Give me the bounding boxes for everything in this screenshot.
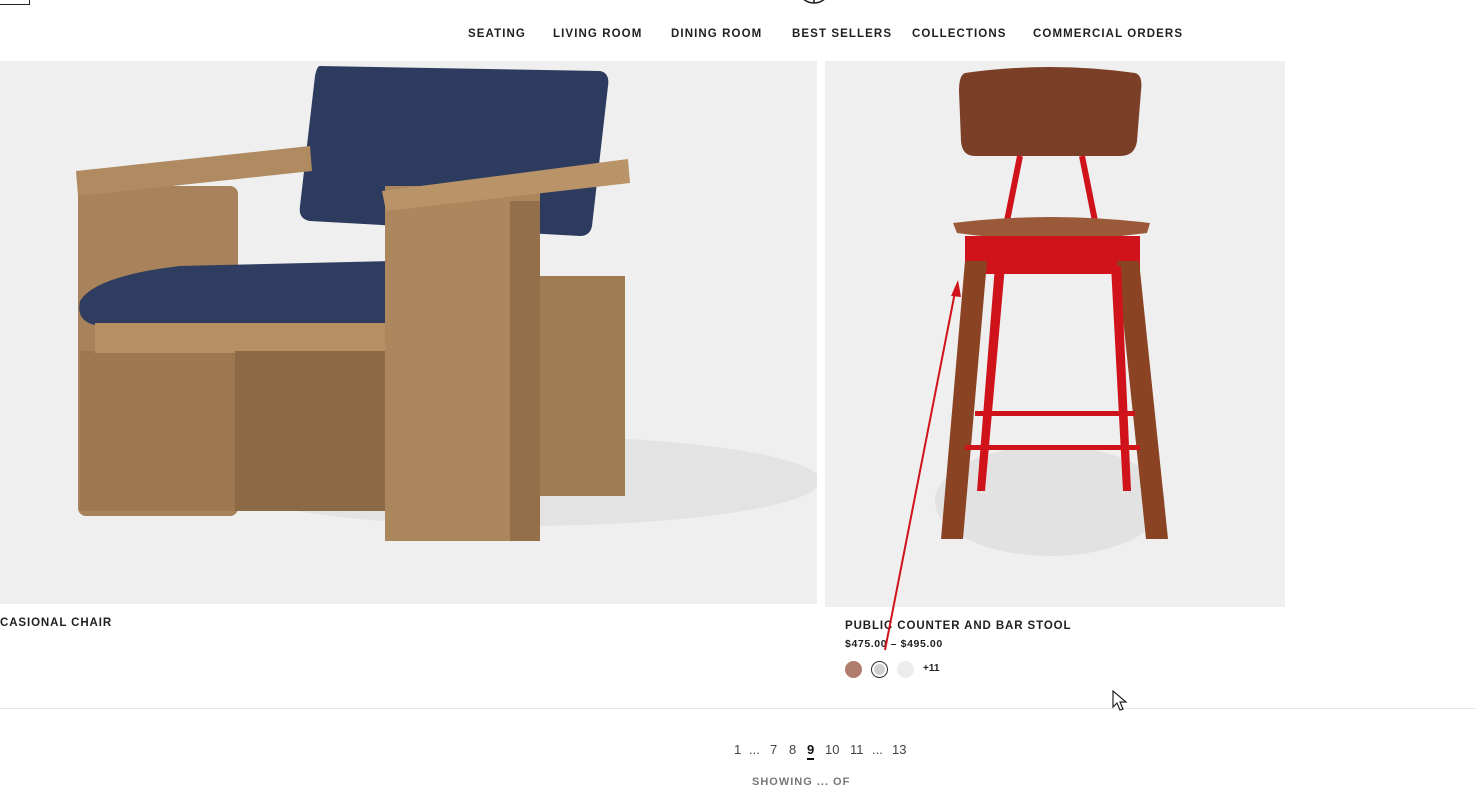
page-10[interactable]: 10: [825, 742, 839, 757]
divider: [0, 708, 1475, 709]
nav-best-sellers[interactable]: BEST SELLERS: [792, 28, 892, 40]
occasional-chair-image[interactable]: [0, 61, 817, 604]
page-ellipsis-right: ...: [872, 742, 883, 757]
more-colors-count[interactable]: +11: [923, 663, 939, 674]
nav-commercial-orders[interactable]: COMMERCIAL ORDERS: [1033, 28, 1183, 40]
page-11[interactable]: 11: [850, 742, 864, 757]
product-title-occasional-chair[interactable]: CASIONAL CHAIR: [0, 617, 112, 629]
product-price-public-stool: $475.00 – $495.00: [845, 638, 943, 650]
page-13[interactable]: 13: [892, 742, 906, 757]
swatch-gray-selected[interactable]: [871, 661, 888, 678]
page-9-current[interactable]: 9: [807, 742, 815, 760]
menu-box[interactable]: [0, 0, 30, 5]
page-1[interactable]: 1: [734, 742, 741, 757]
nav-dining-room[interactable]: DINING ROOM: [671, 28, 762, 40]
mouse-cursor-icon: [1112, 690, 1128, 711]
public-stool-image[interactable]: [825, 61, 1285, 607]
brand-logo[interactable]: [797, 0, 831, 8]
swatch-white[interactable]: [897, 661, 914, 678]
swatch-walnut[interactable]: [845, 661, 862, 678]
nav-living-room[interactable]: LIVING ROOM: [553, 28, 642, 40]
main-nav: SEATING LIVING ROOM DINING ROOM BEST SEL…: [0, 28, 1475, 42]
page-7[interactable]: 7: [770, 742, 777, 757]
nav-seating[interactable]: SEATING: [468, 28, 526, 40]
showing-count: SHOWING ... OF: [752, 776, 851, 788]
product-title-public-stool[interactable]: PUBLIC COUNTER AND BAR STOOL: [845, 620, 1071, 632]
nav-collections[interactable]: COLLECTIONS: [912, 28, 1007, 40]
page-8[interactable]: 8: [789, 742, 796, 757]
page-ellipsis-left: ...: [749, 742, 760, 757]
